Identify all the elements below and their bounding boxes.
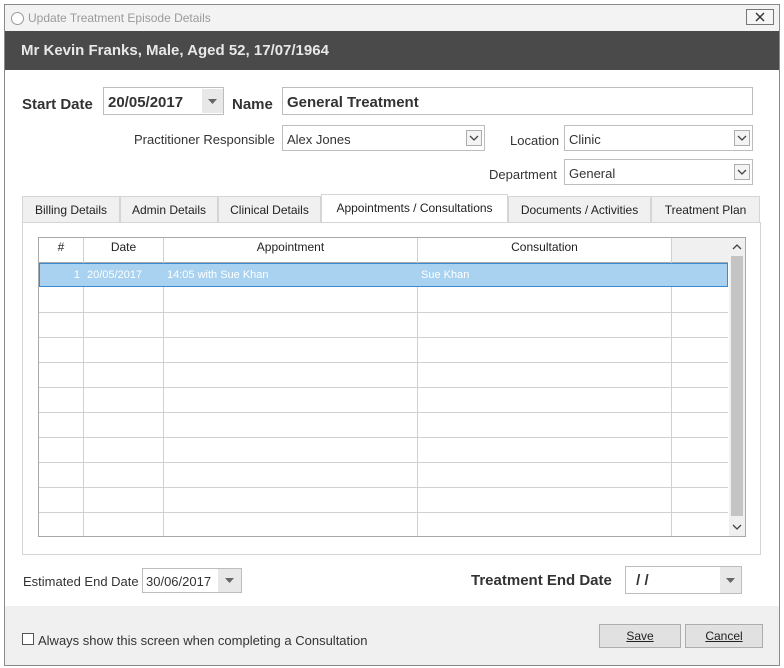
chevron-down-icon — [732, 524, 742, 530]
column-header-number[interactable]: # — [39, 238, 84, 262]
location-dropdown-button[interactable] — [734, 130, 750, 146]
save-button-label: Save — [626, 629, 654, 643]
name-label: Name — [232, 96, 273, 113]
location-value: Clinic — [569, 132, 601, 147]
practitioner-select[interactable]: Alex Jones — [282, 125, 485, 151]
chevron-down-icon — [208, 99, 217, 104]
cell-consultation: Sue Khan — [421, 269, 470, 281]
close-icon — [755, 12, 765, 22]
start-date-dropdown-button[interactable] — [202, 89, 223, 113]
chevron-down-icon — [469, 135, 479, 141]
cell-number: 1 — [73, 269, 80, 281]
location-select[interactable]: Clinic — [564, 125, 753, 151]
treatment-end-date-field[interactable]: / / — [625, 566, 742, 594]
cell-date: 20/05/2017 — [87, 269, 143, 281]
department-label: Department — [489, 167, 557, 182]
department-select[interactable]: General — [564, 159, 753, 185]
tab-treatment-plan[interactable]: Treatment Plan — [651, 196, 760, 222]
row-divider — [39, 512, 728, 513]
close-button[interactable] — [746, 9, 774, 25]
dialog-window: Update Treatment Episode Details Mr Kevi… — [4, 4, 780, 666]
name-field[interactable]: General Treatment — [282, 87, 753, 115]
row-divider — [39, 362, 728, 363]
name-value: General Treatment — [287, 94, 419, 111]
appointments-table[interactable]: # Date Appointment Consultation 1 20/05/… — [38, 237, 746, 537]
estimated-end-date-label: Estimated End Date — [23, 574, 139, 589]
patient-summary: Mr Kevin Franks, Male, Aged 52, 17/07/19… — [21, 42, 329, 59]
start-date-label: Start Date — [22, 96, 93, 113]
department-value: General — [569, 166, 616, 181]
chevron-down-icon — [726, 578, 735, 583]
save-button[interactable]: Save — [599, 624, 681, 648]
scroll-down-button[interactable] — [729, 518, 745, 536]
tab-admin-details[interactable]: Admin Details — [120, 196, 218, 222]
practitioner-dropdown-button[interactable] — [466, 130, 482, 146]
dialog-footer: Always show this screen when completing … — [5, 606, 779, 665]
estimated-end-date-value: 30/06/2017 — [146, 574, 212, 589]
row-divider — [39, 462, 728, 463]
row-divider — [39, 387, 728, 388]
tab-clinical-details[interactable]: Clinical Details — [218, 196, 321, 222]
start-date-field[interactable]: 20/05/2017 — [103, 87, 224, 115]
column-header-spacer — [672, 238, 729, 262]
practitioner-label: Practitioner Responsible — [134, 132, 275, 147]
treatment-end-date-dropdown-button[interactable] — [720, 567, 741, 593]
column-header-consultation[interactable]: Consultation — [418, 238, 672, 262]
row-divider — [39, 412, 728, 413]
practitioner-value: Alex Jones — [287, 132, 351, 147]
scroll-up-button[interactable] — [729, 238, 745, 256]
chevron-up-icon — [732, 244, 742, 250]
chevron-down-icon — [737, 169, 747, 175]
estimated-end-date-dropdown-button[interactable] — [218, 569, 241, 592]
row-divider — [39, 487, 728, 488]
row-divider — [39, 437, 728, 438]
treatment-end-date-label: Treatment End Date — [471, 572, 612, 589]
cancel-button[interactable]: Cancel — [685, 624, 763, 648]
row-divider — [39, 312, 728, 313]
always-show-label[interactable]: Always show this screen when completing … — [38, 633, 368, 648]
chevron-down-icon — [225, 578, 234, 583]
always-show-checkbox[interactable] — [22, 633, 34, 645]
tab-appointments-consultations[interactable]: Appointments / Consultations — [321, 194, 508, 222]
window-title: Update Treatment Episode Details — [28, 11, 211, 25]
tab-documents-activities[interactable]: Documents / Activities — [508, 196, 651, 222]
column-header-date[interactable]: Date — [84, 238, 164, 262]
patient-header: Mr Kevin Franks, Male, Aged 52, 17/07/19… — [5, 31, 779, 70]
start-date-value: 20/05/2017 — [108, 94, 184, 111]
table-row-selected[interactable]: 1 20/05/2017 14:05 with Sue Khan Sue Kha… — [39, 263, 728, 287]
location-label: Location — [510, 133, 560, 148]
title-bar: Update Treatment Episode Details — [5, 5, 779, 31]
app-icon — [11, 12, 24, 25]
tab-billing-details[interactable]: Billing Details — [22, 196, 120, 222]
treatment-end-date-value: / / — [632, 572, 649, 589]
department-dropdown-button[interactable] — [734, 164, 750, 180]
estimated-end-date-field[interactable]: 30/06/2017 — [142, 568, 242, 593]
chevron-down-icon — [737, 135, 747, 141]
cancel-button-label: Cancel — [705, 629, 743, 643]
scrollbar-thumb[interactable] — [731, 256, 743, 516]
cell-appointment: 14:05 with Sue Khan — [167, 269, 269, 281]
vertical-scrollbar[interactable] — [729, 238, 745, 536]
row-divider — [39, 337, 728, 338]
column-header-appointment[interactable]: Appointment — [164, 238, 418, 262]
